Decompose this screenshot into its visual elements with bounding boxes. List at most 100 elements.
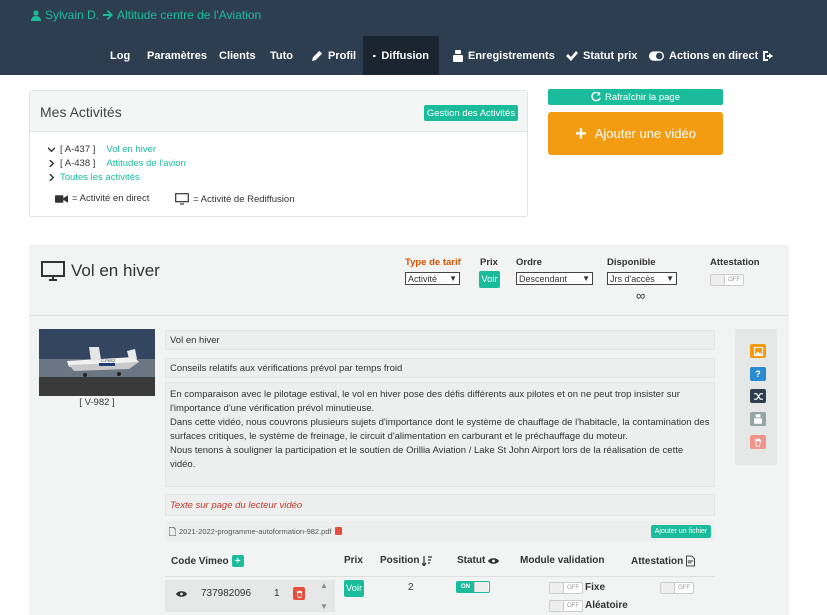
shuffle-icon[interactable]	[750, 389, 766, 403]
fixe-label: Fixe	[585, 582, 606, 593]
nav-profil[interactable]: Profil	[312, 36, 356, 75]
activity-title-text: Vol en hiver	[71, 261, 160, 280]
col-position[interactable]: Position	[380, 555, 433, 566]
image-icon[interactable]	[750, 344, 766, 358]
ordre-select[interactable]: Descendant ▼	[516, 272, 593, 285]
nav-tuto[interactable]: Tuto	[270, 36, 293, 75]
chevron-right-icon[interactable]	[48, 160, 55, 167]
all-activities-item[interactable]: Toutes les activités	[48, 172, 140, 183]
nav-actions-direct[interactable]: Actions en direct	[649, 36, 758, 75]
video-title-field[interactable]: Vol en hiver	[165, 330, 715, 350]
add-vimeo-button[interactable]: +	[231, 555, 244, 567]
vimeo-id[interactable]: 737982096	[201, 588, 251, 599]
nav-statut-prix[interactable]: Statut prix	[566, 36, 637, 75]
all-activities-link[interactable]: Toutes les activités	[60, 172, 140, 183]
toggle-knob	[474, 582, 488, 592]
nav-tuto-label: Tuto	[270, 49, 294, 62]
user-link[interactable]: Sylvain D. Altitude centre de l'Aviation	[31, 8, 261, 22]
col-attestation-label: Attestation	[631, 555, 684, 567]
chevron-down-icon: ▼	[582, 274, 590, 283]
sort-icon	[422, 555, 433, 566]
plus-icon: +	[575, 122, 587, 145]
toggle-knob	[550, 601, 564, 611]
file-delete-icon[interactable]	[334, 527, 342, 535]
nav-parametres-label: Paramètres	[147, 49, 207, 62]
statut-toggle[interactable]: ON	[456, 581, 490, 593]
add-file-button[interactable]: Ajouter un fichier	[651, 525, 711, 538]
nav-actions-label: Actions en direct	[669, 49, 759, 62]
sign-out-icon	[763, 50, 773, 61]
video-subtitle-field[interactable]: Conseils relatifs aux vérifications prév…	[165, 358, 715, 378]
pencil-icon	[312, 50, 323, 61]
table-row: 737982096 1 ▲ ▼ Voir 2 ON OFF Fixe OFF A…	[165, 576, 715, 615]
nav-enregistrements-label: Enregistrements	[468, 49, 555, 62]
arrow-right-icon	[103, 10, 114, 20]
activity-link[interactable]: Attitudes de l'avion	[106, 158, 185, 169]
activity-item-a438[interactable]: [ A-438 ] Attitudes de l'avion	[48, 158, 186, 169]
nav-parametres[interactable]: Paramètres	[147, 36, 207, 75]
description-paragraph: En comparaison avec le pilotage estival,…	[170, 389, 680, 414]
logout-button[interactable]	[763, 36, 775, 75]
refresh-button[interactable]: Rafraîchir la page	[548, 89, 723, 105]
user-icon	[31, 9, 41, 21]
nav-log[interactable]: Log	[110, 36, 130, 75]
check-icon	[566, 50, 578, 61]
toggle-knob	[661, 583, 675, 593]
player-text-field[interactable]: Texte sur page du lecteur vidéo	[165, 494, 715, 516]
chevron-down-icon: ▼	[666, 274, 674, 283]
delete-row-button[interactable]	[293, 587, 305, 600]
nav-enregistrements[interactable]: Enregistrements	[453, 36, 555, 75]
help-icon[interactable]: ?	[750, 367, 766, 381]
nav-log-label: Log	[110, 49, 131, 62]
shuffle-glyph	[753, 392, 763, 400]
ordre-label: Ordre	[516, 257, 542, 268]
row-attestation-toggle[interactable]: OFF	[660, 582, 694, 594]
top-navbar: Sylvain D. Altitude centre de l'Aviation…	[0, 0, 827, 75]
video-description-field[interactable]: En comparaison avec le pilotage estival,…	[165, 382, 715, 487]
file-icon	[169, 526, 176, 536]
plane-registration: C-FKEZ	[101, 358, 116, 363]
nav-diffusion[interactable]: Diffusion	[363, 36, 439, 75]
cassette-glyph	[754, 414, 762, 424]
eye-icon[interactable]	[176, 590, 187, 598]
add-video-button[interactable]: + Ajouter une vidéo	[548, 112, 723, 155]
row-position[interactable]: 2	[408, 582, 414, 593]
legend-live: = Activité en direct	[55, 193, 149, 204]
nav-statut-prix-label: Statut prix	[583, 49, 638, 62]
attestation-toggle[interactable]: OFF	[710, 274, 744, 286]
tarif-select[interactable]: Activité ▼	[405, 272, 460, 285]
activity-code: [ A-438 ]	[60, 158, 96, 169]
row-voir-button[interactable]: Voir	[344, 580, 364, 597]
prix-label: Prix	[480, 257, 498, 268]
move-up-arrow-icon[interactable]: ▲	[320, 581, 328, 590]
chevron-down-icon: ▼	[449, 274, 457, 283]
nav-clients[interactable]: Clients	[219, 36, 256, 75]
trash-icon[interactable]	[750, 435, 766, 449]
activity-link[interactable]: Vol en hiver	[106, 144, 156, 155]
user-name: Sylvain D.	[45, 8, 100, 22]
col-statut: Statut	[457, 555, 500, 566]
cassette-icon[interactable]	[750, 412, 766, 426]
chevron-right-icon[interactable]	[48, 174, 55, 181]
file-row: 2021-2022-programme-autoformation-982.pd…	[165, 521, 715, 541]
disponible-select[interactable]: Jrs d'accès ▼	[607, 272, 677, 285]
nav-clients-label: Clients	[219, 49, 256, 62]
legend-replay: = Activité de Rediffusion	[175, 193, 295, 205]
add-video-label: Ajouter une vidéo	[594, 126, 696, 141]
airplane-image: C-FKEZ	[39, 329, 155, 396]
fixe-toggle[interactable]: OFF	[549, 582, 583, 594]
section-divider	[29, 315, 789, 316]
col-statut-label: Statut	[457, 555, 486, 566]
move-down-arrow-icon[interactable]: ▼	[320, 602, 328, 611]
tarif-label: Type de tarif	[405, 257, 461, 268]
chevron-down-icon[interactable]	[48, 146, 55, 153]
col-position-label: Position	[380, 555, 420, 566]
activity-item-a437[interactable]: [ A-437 ] Vol en hiver	[48, 144, 156, 155]
manage-activities-button[interactable]: Gestion des Activités	[424, 105, 518, 121]
col-attestation: Attestation	[631, 555, 696, 567]
video-thumbnail[interactable]: C-FKEZ	[39, 329, 155, 396]
fixe-toggle-text: OFF	[567, 585, 579, 591]
file-name-link[interactable]: 2021-2022-programme-autoformation-982.pd…	[179, 527, 332, 536]
aleatoire-toggle[interactable]: OFF	[549, 600, 583, 612]
prix-voir-button[interactable]: Voir	[479, 271, 500, 288]
